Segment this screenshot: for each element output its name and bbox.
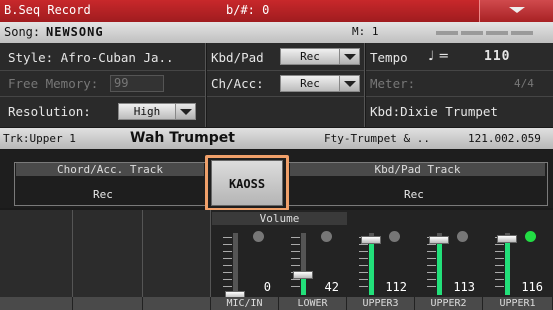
song-name[interactable]: NEWSONG [46,25,104,39]
style-name[interactable]: Style: Afro-Cuban Ja.. [8,50,174,70]
volume-scale [495,237,504,293]
volume-scale [291,237,300,293]
track-label: Trk:Upper 1 [3,132,76,145]
level-meter [505,239,510,295]
free-memory-value: 99 [110,75,164,92]
channel-name[interactable]: UPPER2 [415,297,483,310]
factory-sound: Fty-Trumpet & .. [324,132,430,145]
tempo-panel: Tempo ♩ = 110 Meter: 4/4 Kbd:Dixie Trump… [366,43,553,127]
song-bar: Song: NEWSONG M: 1 [0,22,553,43]
channel-strip: 0 [211,225,279,299]
channel-led-icon [525,231,536,242]
chord-track-value: Rec [93,188,113,201]
sound-code: 121.002.059 [468,132,541,145]
resolution-dropdown[interactable]: High [118,103,196,120]
channel-name-empty [143,297,211,310]
tempo-value[interactable]: 110 [484,49,510,69]
channel-strip: 112 [347,225,415,296]
key-signature: b/#: 0 [226,3,270,17]
free-memory-label: Free Memory: [8,76,99,91]
track-bar[interactable]: Trk:Upper 1 Wah Trumpet Fty-Trumpet & ..… [0,128,553,149]
empty-channel [143,210,211,297]
channel-name[interactable]: UPPER1 [483,297,553,310]
ch-acc-label: Ch/Acc: [211,76,264,91]
tempo-label: Tempo [370,50,408,65]
volume-fader[interactable] [293,271,313,279]
fader-track [233,233,238,295]
ch-acc-dropdown[interactable]: Rec [280,75,360,92]
page-menu-button[interactable] [479,0,553,22]
channel-led-icon [389,231,400,242]
kaoss-button[interactable]: KAOSS [211,160,283,206]
kbd-pad-label: Kbd/Pad [211,50,264,65]
channel-name[interactable]: MIC/IN [211,297,279,310]
position-segment [461,31,483,35]
measure-counter: M: 1 [352,25,379,38]
volume-label: Volume [212,212,347,225]
volume-scale [359,237,368,293]
channel-strip: 42 [279,225,347,296]
channel-name[interactable]: UPPER3 [347,297,415,310]
volume-fader[interactable] [361,236,381,244]
channel-strip: 113 [415,225,483,296]
volume-value: 0 [263,280,271,294]
channel-name[interactable]: LOWER [279,297,347,310]
song-info-panel: Style: Afro-Cuban Ja.. Free Memory: 99 R… [0,43,206,127]
channel-led-icon [457,231,468,242]
level-meter [437,240,442,295]
chevron-down-icon [339,49,359,64]
volume-value: 112 [385,280,407,294]
chevron-down-icon [175,104,195,119]
channel-name-empty [73,297,143,310]
chevron-down-icon [509,7,525,13]
chevron-down-icon [339,76,359,91]
volume-value: 116 [521,280,543,294]
volume-fader[interactable] [497,235,517,243]
title-bar: B.Seq Record b/#: 0 [0,0,553,22]
position-segment [486,31,508,35]
position-segment [511,31,533,35]
channel-name-empty [0,297,73,310]
volume-fader[interactable] [429,236,449,244]
volume-value: 113 [453,280,475,294]
channel-strip: 116 [483,225,551,296]
empty-channel [0,210,73,297]
kbd-pad-value: Rec [300,50,320,63]
volume-scale [223,237,232,293]
volume-scale [427,237,436,293]
page-title: B.Seq Record [4,3,91,17]
position-segment [436,31,458,35]
channel-led-icon [321,231,332,242]
empty-channel [73,210,143,297]
resolution-value: High [133,105,161,118]
record-mode-panel: Kbd/Pad Rec Ch/Acc: Rec [207,43,365,127]
level-meter [369,240,374,295]
kbd-track-value: Rec [404,188,424,201]
channel-led-icon [253,231,264,242]
meter-value: 4/4 [514,77,534,90]
track-sound-name: Wah Trumpet [130,130,235,146]
kbd-pad-dropdown[interactable]: Rec [280,48,360,65]
resolution-label: Resolution: [8,104,91,119]
volume-value: 42 [324,280,339,294]
keyboard-sound: Kbd:Dixie Trumpet [370,104,498,119]
meter-label: Meter: [370,76,416,91]
quarter-note-icon: ♩ = [428,49,450,64]
ch-acc-value: Rec [300,77,320,90]
song-label: Song: [4,25,41,39]
